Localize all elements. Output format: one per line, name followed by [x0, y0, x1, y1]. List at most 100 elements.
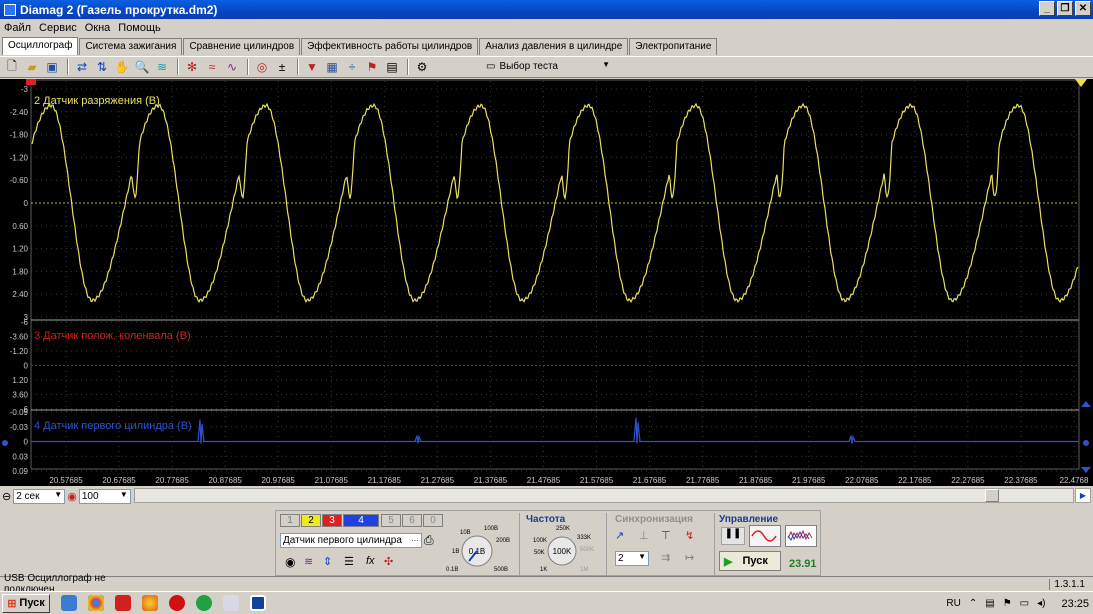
vertical-arrows-icon[interactable]: ⇕ [323, 555, 332, 568]
pause-button[interactable]: ❚❚ [721, 527, 745, 545]
tab-cylinder-efficiency[interactable]: Эффективность работы цилиндров [301, 38, 479, 55]
settings-icon[interactable]: ⚙ [413, 58, 431, 76]
channel-button-4[interactable]: 4 [343, 514, 379, 527]
channel-button-5[interactable]: 5 [381, 514, 401, 527]
timebase-value: 2 сек [16, 490, 40, 502]
save-icon[interactable]: ▣ [43, 58, 61, 76]
oscilloscope-display[interactable]: -3 -2.40 -1.80 -1.20 -0.60 0 0.60 1.20 1.80 2.40 3… [0, 79, 1093, 486]
axis-tick-label: -3.60 [10, 333, 29, 342]
files-icon[interactable] [223, 595, 239, 611]
scrollbar-thumb[interactable] [985, 489, 999, 502]
app-red-icon[interactable] [115, 595, 131, 611]
menu-file[interactable]: Файл [4, 22, 31, 34]
flag-icon[interactable]: ⚑ [363, 58, 381, 76]
divider-icon[interactable]: ÷ [343, 58, 361, 76]
more-icon: … [411, 534, 419, 543]
new-file-icon[interactable]: 🗋 [3, 58, 21, 76]
wave-overlay-icon[interactable]: ≈ [203, 58, 221, 76]
tray-arrow-icon[interactable]: ⌃ [969, 598, 977, 609]
time-tick-label: 22.17685 [898, 476, 932, 485]
tab-oscilloscope[interactable]: Осциллограф [2, 37, 79, 55]
sync-rising-icon[interactable]: ↗ [615, 529, 624, 542]
flag-tray-icon[interactable]: ⚑ [1003, 598, 1012, 609]
start-button[interactable]: ▶ Пуск [719, 551, 781, 571]
measure-icon[interactable]: ≋ [153, 58, 171, 76]
menu-service[interactable]: Сервис [39, 22, 77, 34]
scroll-right-button[interactable]: ▶ [1075, 488, 1091, 503]
cross-icon[interactable]: ✣ [384, 555, 393, 568]
monitor-icon[interactable]: ▭ [1020, 598, 1029, 609]
sync-level-icon[interactable]: ⇉ [661, 551, 670, 564]
volume-icon[interactable]: ◂) [1037, 598, 1045, 609]
document-icon[interactable]: ▤ [383, 58, 401, 76]
horizontal-scrollbar[interactable] [134, 488, 1074, 503]
cursor-h-icon[interactable]: ⇄ [73, 58, 91, 76]
open-folder-icon[interactable]: ▰ [23, 58, 41, 76]
function-icon[interactable]: fx [366, 555, 375, 567]
zoom-icon[interactable]: 🔍 [133, 58, 151, 76]
test-select[interactable]: ▭ Выбор теста ▼ [486, 58, 614, 75]
frequency-label: 250K [556, 526, 570, 532]
filter-icon[interactable]: ▼ [303, 58, 321, 76]
axis-tick-label: 2.40 [12, 290, 28, 299]
frequency-knob[interactable]: 100K 250K 100K 333K 50K 500K 1K 1M [520, 523, 604, 575]
menu-help[interactable]: Помощь [118, 22, 161, 34]
minimize-button[interactable]: _ [1039, 1, 1055, 16]
marker-icon[interactable]: ✻ [183, 58, 201, 76]
sync-channel-select[interactable]: 2 ▼ [615, 551, 649, 566]
sync-offset-icon[interactable]: ↦ [685, 551, 694, 564]
diamag-task-icon[interactable] [250, 595, 266, 611]
auto-icon[interactable]: ◎ [253, 58, 271, 76]
library-icon[interactable] [61, 595, 77, 611]
restore-button[interactable]: ❐ [1057, 1, 1073, 16]
sync-up-icon[interactable]: ⊥ [639, 529, 649, 542]
chevron-down-icon: ▼ [119, 489, 128, 499]
channel-button-6[interactable]: 6 [402, 514, 422, 527]
timebase-select[interactable]: 2 сек ▼ [13, 488, 66, 504]
lines-icon[interactable]: ☰ [344, 555, 354, 568]
close-button[interactable]: ✕ [1075, 1, 1091, 16]
tab-strip: Осциллограф Система зажигания Сравнение … [2, 37, 718, 56]
grid-icon[interactable]: ▦ [323, 58, 341, 76]
channel-button-3[interactable]: 3 [322, 514, 342, 527]
hand-icon[interactable]: ✋ [113, 58, 131, 76]
menu-windows[interactable]: Окна [85, 22, 111, 34]
axis-tick-label: -1.80 [10, 131, 29, 140]
app-green-icon[interactable] [196, 595, 212, 611]
tab-ignition[interactable]: Система зажигания [79, 38, 183, 55]
time-tick-label: 21.27685 [421, 476, 455, 485]
channel-button-2[interactable]: 2 [301, 514, 321, 527]
sensor-select[interactable]: Датчик первого цилиндра … [280, 533, 422, 548]
chrome-icon[interactable] [88, 595, 104, 611]
time-tick-label: 20.67685 [102, 476, 136, 485]
management-panel: Управление ❚❚ ▶ Пуск 23.91 [714, 513, 820, 575]
network-icon[interactable]: ▤ [985, 598, 994, 609]
tab-pressure-analysis[interactable]: Анализ давления в цилиндре [479, 38, 629, 55]
title-bar: Diamag 2 (Газель прокрутка.dm2) _ ❐ ✕ [0, 0, 1093, 19]
firefox-icon[interactable] [142, 595, 158, 611]
test-select-label: Выбор теста [499, 61, 558, 72]
tab-cylinder-compare[interactable]: Сравнение цилиндров [183, 38, 301, 55]
sync-panel: Синхронизация ↗ ⊥ ⊤ ↯ 2 ▼ ⇉ ↦ [606, 513, 710, 575]
sync-down-icon[interactable]: ⊤ [661, 529, 671, 542]
cursor-v-icon[interactable]: ⇅ [93, 58, 111, 76]
sync-auto-icon[interactable]: ↯ [685, 529, 694, 542]
voltage-label: 500В [494, 567, 508, 573]
channel-label: 4 Датчик первого цилиндра (В) [34, 420, 192, 432]
eye-icon[interactable]: ◉ [285, 555, 295, 569]
noise-mode-button[interactable] [785, 525, 817, 547]
channel-button-1[interactable]: 1 [280, 514, 300, 527]
sensor-config-icon[interactable]: ⎙ [424, 533, 434, 548]
channel-4-offset-marker [1083, 440, 1089, 446]
opera-icon[interactable] [169, 595, 185, 611]
start-menu-button[interactable]: ⊞ Пуск [2, 593, 50, 613]
voltage-knob[interactable]: 0.1В 10В 100В 200В 500В 1В 0.1В [436, 521, 518, 577]
language-indicator[interactable]: RU [946, 598, 960, 609]
zoom-select[interactable]: 100 ▼ [78, 488, 131, 504]
tab-power[interactable]: Электропитание [629, 38, 718, 55]
zero-icon[interactable]: ± [273, 58, 291, 76]
sine-mode-button[interactable] [749, 525, 781, 547]
wave-icon[interactable]: ≋ [304, 555, 313, 568]
wave-split-icon[interactable]: ∿ [223, 58, 241, 76]
chevron-down-icon: ▼ [638, 552, 646, 561]
